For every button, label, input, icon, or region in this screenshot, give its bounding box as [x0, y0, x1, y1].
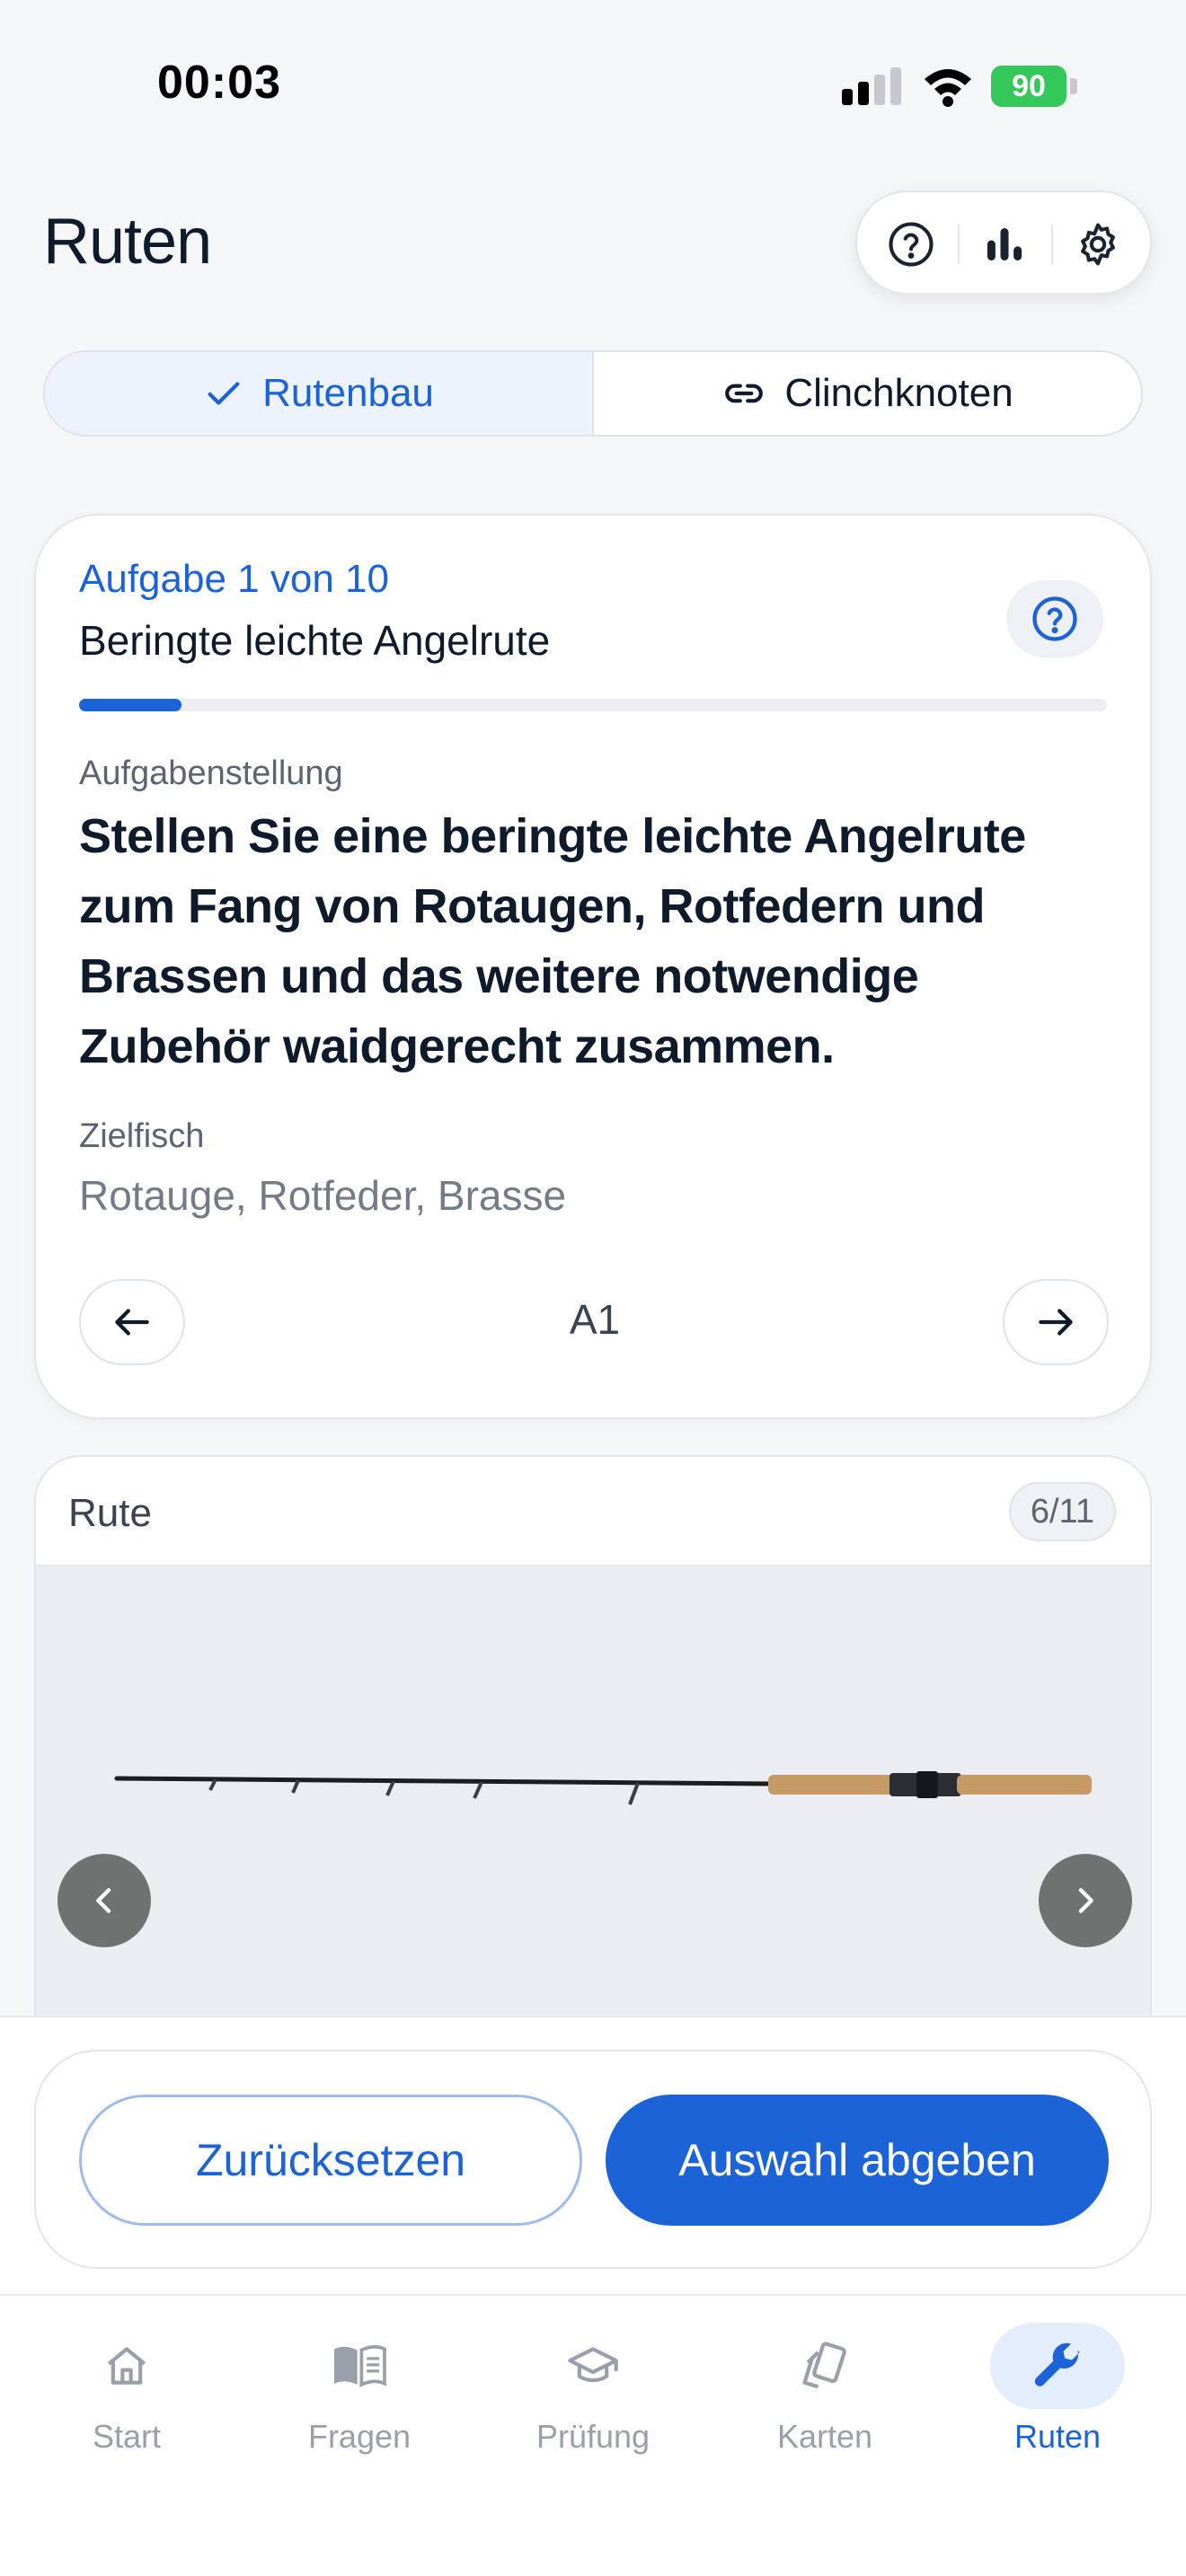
tab-bar: Start Fragen Prüfung Karten Ruten — [0, 2294, 1186, 2576]
help-button[interactable] — [884, 217, 938, 271]
tab-fragen[interactable]: Fragen — [270, 2323, 449, 2502]
task-card: Aufgabe 1 von 10 Beringte leichte Angelr… — [34, 514, 1152, 1419]
status-time: 00:03 — [157, 57, 281, 109]
graduation-cap-icon — [568, 2347, 618, 2383]
statistics-button[interactable] — [978, 217, 1031, 271]
wifi-icon — [925, 69, 971, 107]
tab-label: Ruten — [1013, 2418, 1102, 2455]
action-card: Zurücksetzen Auswahl abgeben — [34, 2050, 1152, 2269]
task-progress-bar — [79, 699, 1107, 711]
mode-segmented-control: Rutenbau Clinchknoten — [43, 350, 1143, 437]
arrow-left-icon — [115, 1309, 149, 1336]
rod-image-carousel[interactable] — [36, 1565, 1150, 2084]
link-icon — [725, 384, 764, 403]
tab-label: Prüfung — [535, 2418, 651, 2455]
check-icon — [208, 382, 240, 405]
segment-rutenbau[interactable]: Rutenbau — [45, 352, 594, 435]
reset-button[interactable]: Zurücksetzen — [79, 2095, 582, 2226]
tab-karten[interactable]: Karten — [735, 2323, 915, 2502]
tab-label: Start — [92, 2418, 162, 2455]
fish-label: Zielfisch — [79, 1117, 205, 1155]
fishing-rod-image — [114, 1771, 1092, 1805]
submit-selection-button[interactable]: Auswahl abgeben — [606, 2095, 1109, 2226]
tab-label: Fragen — [307, 2418, 412, 2455]
chevron-right-icon — [1078, 1888, 1093, 1913]
header-actions — [855, 190, 1152, 295]
cards-icon — [802, 2342, 846, 2389]
home-icon — [107, 2347, 146, 2385]
task-code: A1 — [569, 1296, 621, 1343]
task-progress-fill — [79, 699, 182, 711]
prompt-label: Aufgabenstellung — [79, 754, 343, 792]
segment-label: Rutenbau — [262, 371, 434, 415]
action-panel: Zurücksetzen Auswahl abgeben — [0, 2016, 1186, 2294]
tab-start[interactable]: Start — [37, 2323, 217, 2502]
previous-task-button[interactable] — [79, 1279, 185, 1365]
tab-ruten[interactable]: Ruten — [968, 2323, 1147, 2502]
segment-label: Clinchknoten — [784, 371, 1013, 415]
arrow-right-icon — [1039, 1309, 1073, 1336]
rod-count-badge: 6/11 — [1008, 1482, 1116, 1541]
task-counter: Aufgabe 1 von 10 — [79, 557, 389, 601]
next-task-button[interactable] — [1003, 1279, 1109, 1365]
target-fish: Rotauge, Rotfeder, Brasse — [79, 1172, 567, 1219]
task-name: Beringte leichte Angelrute — [79, 617, 551, 664]
battery-icon: 90 — [991, 66, 1077, 107]
battery-level: 90 — [1012, 69, 1046, 103]
book-icon — [334, 2344, 386, 2388]
help-circle-icon — [889, 222, 934, 267]
help-circle-icon — [1032, 596, 1077, 641]
carousel-next-button[interactable] — [1039, 1854, 1132, 1947]
settings-button[interactable] — [1071, 217, 1125, 271]
gear-icon — [1081, 223, 1115, 266]
carousel-previous-button[interactable] — [58, 1854, 151, 1947]
wrench-icon — [1034, 2342, 1080, 2386]
tab-label: Karten — [776, 2418, 873, 2455]
task-help-button[interactable] — [1006, 580, 1103, 657]
task-prompt: Stellen Sie eine beringte leichte Angelr… — [79, 809, 1026, 1073]
status-bar: 00:03 90 — [0, 0, 1186, 135]
ruten-screen: 00:03 90 Ruten Rutenbau Clinchknoten Auf… — [0, 0, 1186, 2576]
segment-clinchknoten[interactable]: Clinchknoten — [594, 352, 1141, 435]
bar-chart-icon — [987, 228, 1022, 260]
tab-pruefung[interactable]: Prüfung — [503, 2323, 683, 2502]
chevron-left-icon — [96, 1888, 111, 1913]
rod-selector-card: Rute 6/11 — [34, 1455, 1152, 2084]
rod-selector-title: Rute — [68, 1491, 152, 1535]
cellular-signal-icon — [842, 67, 901, 105]
page-title: Ruten — [43, 206, 212, 278]
